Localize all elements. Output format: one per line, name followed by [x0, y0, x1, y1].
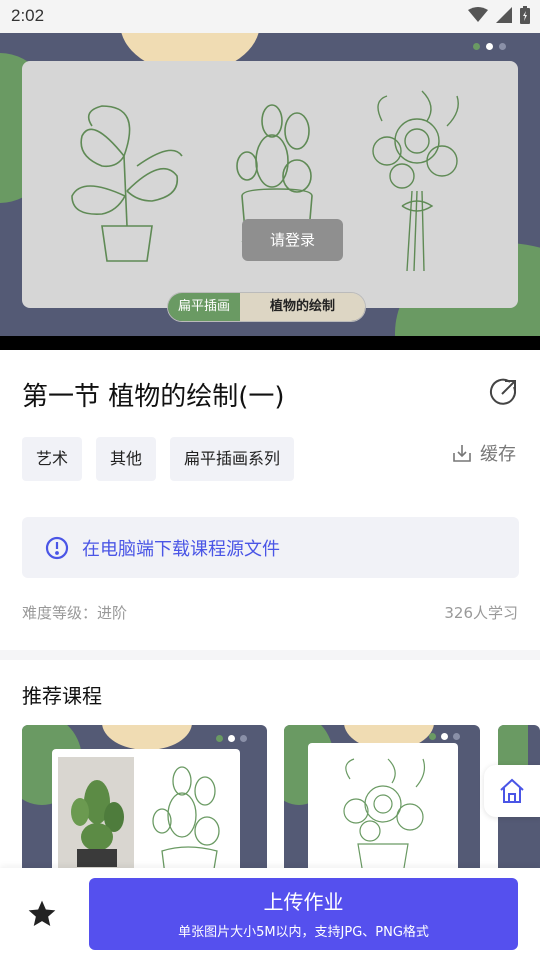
- login-button[interactable]: 请登录: [242, 219, 343, 261]
- tag-chip-other[interactable]: 其他: [96, 437, 156, 481]
- upload-hint: 单张图片大小5M以内，支持JPG、PNG格式: [178, 925, 429, 940]
- share-icon[interactable]: [488, 378, 518, 408]
- info-icon: [45, 536, 69, 560]
- home-icon: [500, 778, 524, 803]
- recommend-section-title: 推荐课程: [22, 684, 102, 708]
- bouquet-sketch-thumbnail: [343, 758, 426, 874]
- upload-homework-button[interactable]: 上传作业 单张图片大小5M以内，支持JPG、PNG格式: [89, 878, 518, 950]
- status-icons: [468, 6, 530, 24]
- cache-button[interactable]: 缓存: [452, 440, 516, 466]
- cover-card: 请登录: [22, 61, 518, 308]
- star-icon[interactable]: [26, 898, 58, 930]
- cactus-sketch-thumbnail: [152, 766, 220, 875]
- cache-label: 缓存: [480, 444, 516, 465]
- recommend-card-cactus[interactable]: [22, 725, 267, 875]
- section-divider: [0, 650, 540, 660]
- cover-tag: 扁平插画 植物的绘制: [167, 292, 367, 322]
- download-source-banner[interactable]: 在电脑端下载课程源文件: [22, 517, 519, 578]
- download-hint-text: 在电脑端下载课程源文件: [82, 539, 280, 560]
- tag-chip-series[interactable]: 扁平插画系列: [170, 437, 294, 481]
- cover-illustration: 请登录 扁平插画 植物的绘制: [0, 33, 540, 336]
- tag-chip-art[interactable]: 艺术: [22, 437, 82, 481]
- course-cover: 请登录 扁平插画 植物的绘制: [0, 33, 540, 350]
- recommend-card-bouquet[interactable]: [284, 725, 480, 875]
- download-icon: [453, 445, 471, 462]
- monstera-illustration: [71, 105, 183, 262]
- learner-count: 326人学习: [444, 604, 518, 622]
- battery-icon: [520, 6, 530, 24]
- home-button[interactable]: [484, 765, 540, 817]
- bouquet-illustration: [372, 90, 459, 272]
- cover-tag-topic: 植物的绘制: [240, 293, 366, 321]
- cactus-photo-thumbnail: [71, 780, 124, 867]
- carousel-dots: [473, 43, 506, 50]
- upload-label: 上传作业: [263, 890, 344, 914]
- cover-tag-series: 扁平插画: [168, 293, 241, 321]
- status-bar: 2:02: [0, 0, 540, 33]
- course-title: 第一节 植物的绘制(一): [22, 382, 285, 412]
- wifi-icon: [468, 7, 488, 22]
- difficulty-level: 难度等级：进阶: [22, 604, 128, 622]
- signal-icon: [496, 7, 512, 23]
- status-time: 2:02: [11, 6, 45, 25]
- bottom-action-bar: 上传作业 单张图片大小5M以内，支持JPG、PNG格式: [0, 868, 540, 960]
